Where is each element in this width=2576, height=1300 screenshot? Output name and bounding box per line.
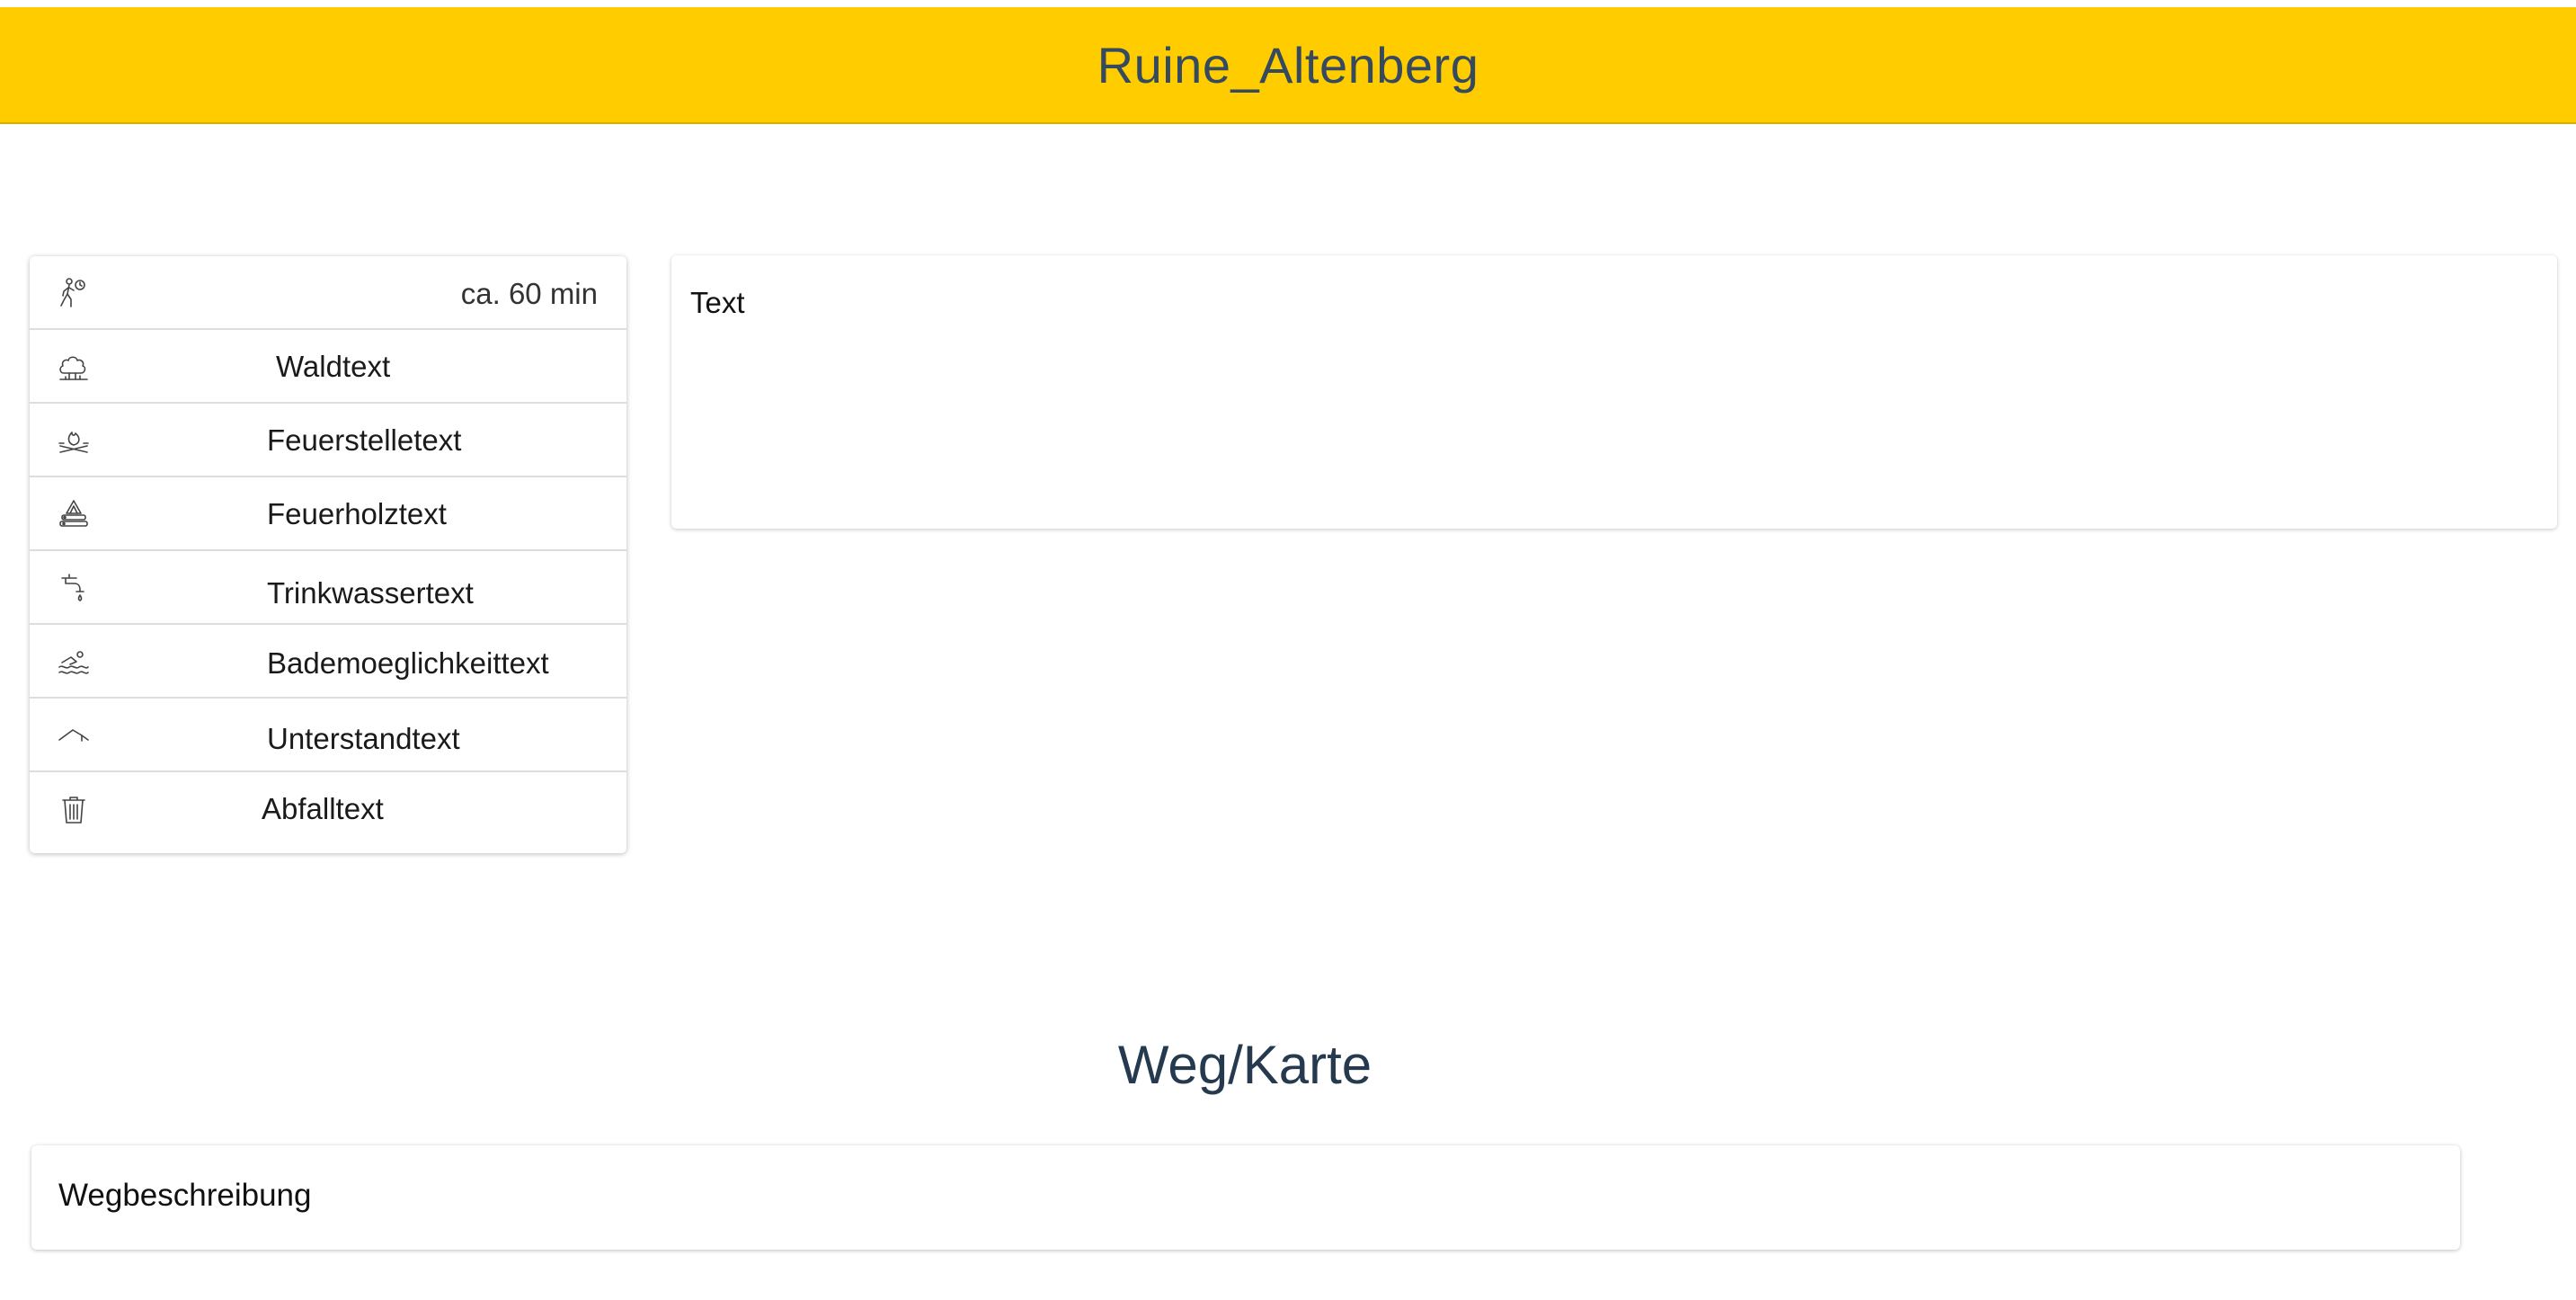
fact-label: Trinkwassertext [267,576,474,610]
fact-row-swimming: Bademoeglichkeittext [30,625,626,699]
duration-label: ca. 60 min [460,277,598,310]
hiking-icon [57,276,91,310]
route-description: Wegbeschreibung [58,1178,312,1213]
firewood-icon [57,497,91,531]
route-heading: Weg/Karte [1117,1035,1372,1095]
campfire-icon [57,423,91,458]
water-tap-icon [57,571,91,605]
app-header: Ruine_Altenberg [0,7,2576,124]
facts-panel: ca. 60 min Waldtext Feuerstelletext Feue… [30,256,626,853]
trash-icon [57,792,91,826]
forest-icon [57,350,91,384]
fact-label: Feuerstelletext [267,423,462,457]
fact-row-firewood: Feuerholztext [30,477,626,551]
route-card: Wegbeschreibung [31,1145,2460,1250]
fact-row-campfire: Feuerstelletext [30,404,626,477]
fact-row-forest: Waldtext [30,330,626,404]
fact-label: Unterstandtext [267,722,460,755]
fact-row-shelter: Unterstandtext [30,699,626,772]
fact-label: Feuerholztext [267,497,447,530]
fact-row-duration: ca. 60 min [30,256,626,330]
page-title: Ruine_Altenberg [1097,36,1479,93]
fact-label: Abfalltext [262,792,384,825]
fact-row-trash: Abfalltext [30,772,626,846]
swimming-icon [57,645,91,679]
fact-label: Waldtext [276,350,391,383]
fact-label: Bademoeglichkeittext [267,646,549,680]
fact-row-water: Trinkwassertext [30,551,626,625]
shelter-icon [57,718,91,752]
description-card: Text [671,255,2557,529]
description-text: Text [690,286,745,319]
